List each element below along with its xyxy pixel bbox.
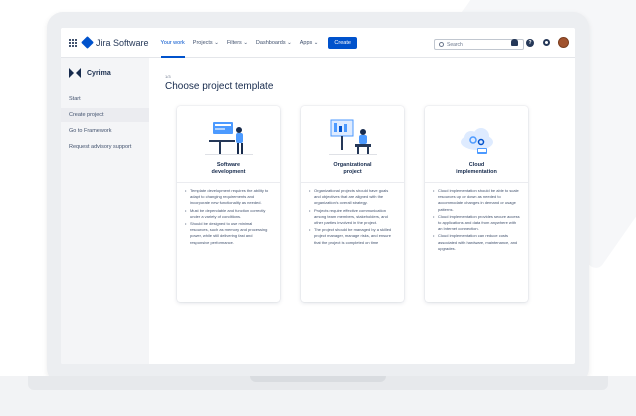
- template-card-organizational-project[interactable]: Organizational project Organizational pr…: [301, 106, 404, 302]
- template-cards: Software development Template developmen…: [177, 106, 549, 302]
- nav-apps[interactable]: Apps ⌄: [300, 28, 319, 58]
- search-placeholder: Search: [447, 41, 463, 48]
- nav-dashboards[interactable]: Dashboards ⌄: [256, 28, 292, 58]
- card-divider: [425, 182, 528, 183]
- card-divider: [177, 182, 280, 183]
- sidebar-item-start[interactable]: Start: [61, 92, 149, 106]
- cloud-implementation-illustration: [460, 128, 493, 154]
- create-button[interactable]: Create: [328, 36, 357, 49]
- product-name: Jira Software: [96, 37, 149, 48]
- laptop-base: [0, 376, 636, 416]
- card-title: Cloud implementation: [456, 162, 497, 175]
- card-bullet: Organizational projects should have goal…: [309, 188, 396, 207]
- search-icon: [439, 42, 444, 47]
- template-card-cloud-implementation[interactable]: Cloud implementation Cloud implementatio…: [425, 106, 528, 302]
- org-logo-icon: [69, 68, 81, 78]
- settings-icon[interactable]: [542, 39, 550, 47]
- card-bullet: Cloud implementation can reduce costs as…: [433, 233, 520, 252]
- card-divider: [301, 182, 404, 183]
- card-bullet: Cloud implementation should be able to s…: [433, 188, 520, 213]
- avatar[interactable]: [558, 37, 569, 48]
- org-header[interactable]: Cyrima: [61, 68, 149, 78]
- org-name: Cyrima: [87, 69, 111, 77]
- card-bullet: Must be dependable and function correctl…: [185, 208, 272, 220]
- notifications-icon[interactable]: [510, 39, 518, 47]
- top-right-icons: ?: [502, 37, 569, 48]
- card-bullets: Organizational projects should have goal…: [309, 188, 396, 246]
- card-title: Software development: [211, 162, 246, 175]
- nav-projects[interactable]: Projects ⌄: [193, 28, 219, 58]
- step-indicator: 1/3: [165, 74, 171, 79]
- organizational-project-illustration: [328, 119, 377, 155]
- sidebar-item-request-advisory-support[interactable]: Request advisory support: [61, 140, 149, 154]
- card-bullets: Template development requires the abilit…: [185, 188, 272, 246]
- card-bullet: Template development requires the abilit…: [185, 188, 272, 207]
- card-title: Organizational project: [333, 162, 372, 175]
- template-card-software-development[interactable]: Software development Template developmen…: [177, 106, 280, 302]
- sidebar-item-create-project[interactable]: Create project: [61, 108, 149, 122]
- sidebar: Cyrima Start Create project Go to Framew…: [61, 58, 149, 364]
- card-bullet: Cloud implementation provides secure acc…: [433, 214, 520, 233]
- top-navigation: Jira Software Your work Projects ⌄ Filte…: [61, 28, 575, 58]
- card-bullet: Should be designed to use minimal resour…: [185, 221, 272, 246]
- jira-logo-icon: [81, 36, 94, 49]
- product-logo[interactable]: Jira Software: [81, 36, 149, 49]
- main-content: 1/3 Choose project template Software dev: [165, 58, 575, 364]
- nav-filters[interactable]: Filters ⌄: [227, 28, 248, 58]
- sidebar-item-go-to-framework[interactable]: Go to Framework: [61, 124, 149, 138]
- nav-your-work[interactable]: Your work: [160, 28, 186, 58]
- page-title: Choose project template: [165, 81, 274, 92]
- software-development-illustration: [204, 122, 253, 155]
- app-screen: Jira Software Your work Projects ⌄ Filte…: [61, 28, 575, 364]
- help-icon[interactable]: ?: [526, 38, 534, 47]
- card-bullets: Cloud implementation should be able to s…: [433, 188, 520, 252]
- app-switcher-icon[interactable]: [69, 38, 77, 47]
- card-bullet: The project should be managed by a skill…: [309, 227, 396, 246]
- card-bullet: Projects require effective communication…: [309, 208, 396, 227]
